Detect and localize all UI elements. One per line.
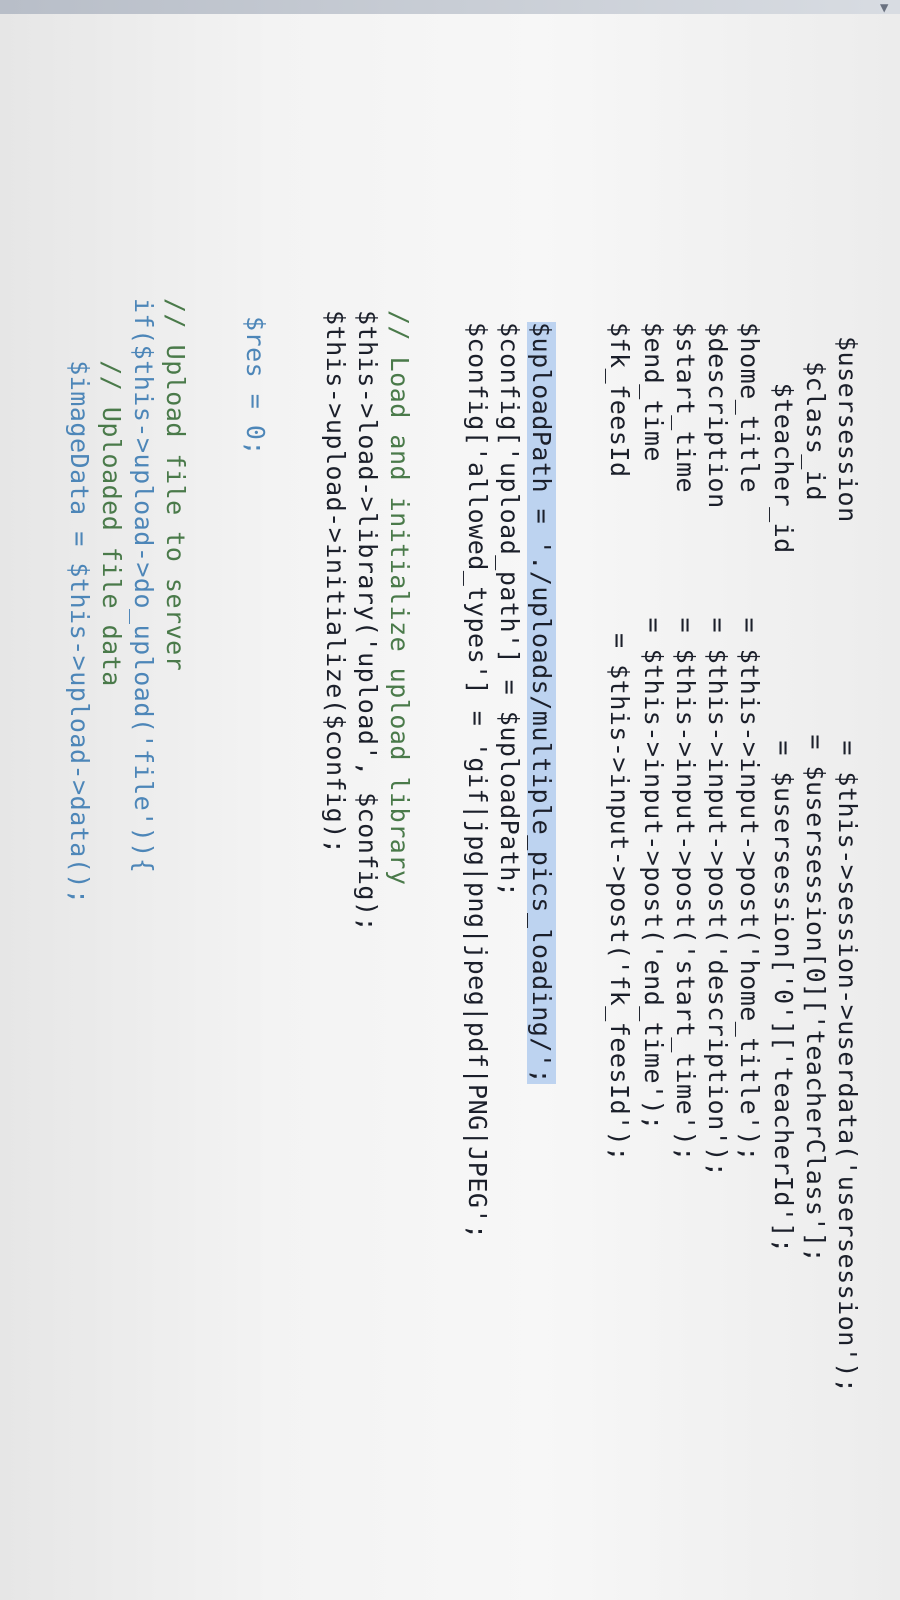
code-line: $start_time = $this->input->post('start_… bbox=[671, 322, 700, 1162]
code-line: $config['upload_path'] = $uploadPath; bbox=[495, 322, 524, 898]
code-line: $this->upload->initialize($config); bbox=[321, 310, 350, 855]
code-line: $fk_feesId = $this->input->post('fk_fees… bbox=[605, 322, 634, 1162]
code-line: $this->load->library('upload', $config); bbox=[353, 310, 382, 933]
code-comment: // Upload file to server bbox=[161, 298, 190, 672]
code-line: $teacher_id = $usersession['0']['teacher… bbox=[769, 336, 798, 1254]
code-line: $description = $this->input->post('descr… bbox=[703, 322, 732, 1178]
code-line: $config['allowed_types'] = 'gif|jpg|png|… bbox=[463, 322, 492, 1240]
code-line: if($this->upload->do_upload('file')){ bbox=[129, 298, 158, 874]
code-line: $res = 0; bbox=[241, 316, 270, 456]
code-line-selected: $uploadPath = './uploads/multiple_pics_l… bbox=[527, 322, 556, 1085]
code-line: $usersession = $this->session->userdata(… bbox=[833, 336, 862, 1394]
code-line: $imageData = $this->upload->data(); bbox=[65, 298, 94, 905]
code-comment: // Load and initialize upload library bbox=[385, 310, 414, 886]
code-line: $class_id = $usersession[0]['teacherClas… bbox=[801, 330, 830, 1264]
code-line: $home_title = $this->input->post('home_t… bbox=[735, 322, 764, 1162]
code-line: $end_time = $this->input->post('end_time… bbox=[639, 322, 668, 1131]
code-editor[interactable]: $usersession = $this->session->userdata(… bbox=[0, 0, 900, 1600]
code-comment: // Uploaded file data bbox=[97, 298, 126, 687]
